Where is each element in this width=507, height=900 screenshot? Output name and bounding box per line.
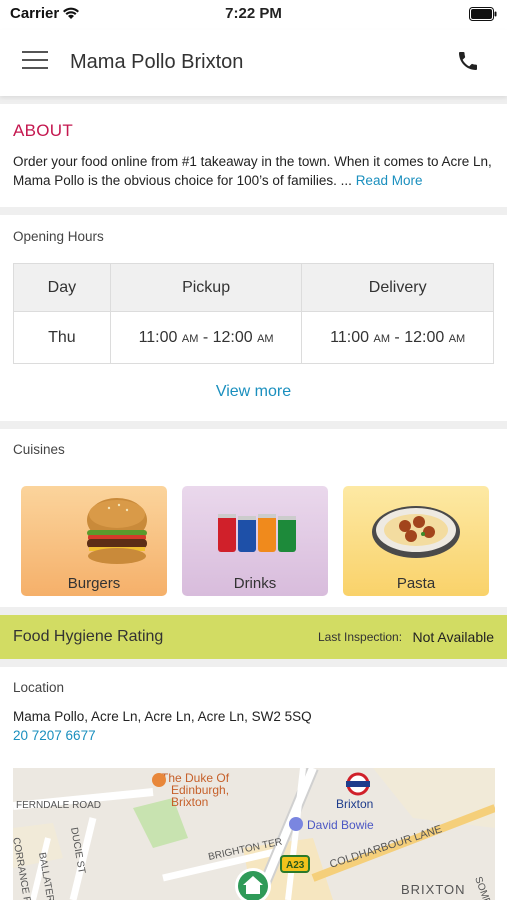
cuisine-card-pasta[interactable]: Pasta	[343, 486, 489, 596]
column-header-delivery: Delivery	[301, 263, 494, 312]
food-hygiene-title: Food Hygiene Rating	[13, 628, 164, 645]
cuisine-card-burgers[interactable]: Burgers	[21, 486, 167, 596]
delivery-cell: 11:00 AM - 12:00 AM	[301, 311, 494, 364]
burger-icon	[87, 498, 147, 564]
pasta-icon	[372, 506, 460, 558]
location-phone-link[interactable]: 20 7207 6677	[13, 728, 96, 743]
status-bar: Carrier 7:22 PM	[0, 0, 507, 30]
hamburger-menu-icon[interactable]	[22, 51, 48, 73]
cuisine-label-burgers: Burgers	[67, 575, 121, 592]
opening-hours-table: Day Pickup Delivery Thu 11:00 AM - 12:00…	[13, 263, 494, 364]
cuisine-label-drinks: Drinks	[233, 575, 277, 592]
map-label-pub-line3: Brixton	[171, 795, 208, 809]
day-cell: Thu	[13, 311, 111, 364]
drinks-icon	[218, 514, 296, 552]
last-inspection-label: Last Inspection:	[318, 630, 403, 644]
food-hygiene-bar: Food Hygiene Rating Last Inspection: Not…	[0, 615, 507, 659]
column-header-pickup: Pickup	[109, 263, 303, 312]
cuisine-label-pasta: Pasta	[396, 575, 436, 592]
address-text: Mama Pollo, Acre Ln, Acre Ln, Acre Ln, S…	[13, 709, 312, 724]
opening-hours-label: Opening Hours	[13, 229, 104, 244]
map-label-brixton-area: BRIXTON	[401, 882, 466, 897]
battery-icon	[469, 7, 497, 21]
cuisines-label: Cuisines	[13, 442, 65, 457]
last-inspection-value: Not Available	[412, 629, 494, 645]
about-section: ABOUT Order your food online from #1 tak…	[0, 104, 507, 207]
place-marker-icon	[289, 817, 303, 831]
app-header: Mama Pollo Brixton	[0, 30, 507, 96]
opening-hours-section: Opening Hours Day Pickup Delivery Thu 11…	[0, 215, 507, 421]
location-map[interactable]: The Duke Of Edinburgh, Brixton FERNDALE …	[13, 768, 495, 900]
page-title: Mama Pollo Brixton	[70, 51, 244, 73]
location-label: Location	[13, 680, 65, 695]
map-canvas: The Duke Of Edinburgh, Brixton FERNDALE …	[13, 768, 495, 900]
status-time: 7:22 PM	[225, 5, 282, 22]
view-more-link[interactable]: View more	[0, 383, 507, 401]
pub-marker-icon	[152, 773, 166, 787]
pickup-cell: 11:00 AM - 12:00 AM	[109, 311, 303, 364]
map-label-bowie: David Bowie	[307, 818, 374, 832]
cuisine-card-drinks[interactable]: Drinks	[182, 486, 328, 596]
about-text: Order your food online from #1 takeaway …	[13, 152, 498, 190]
about-title: ABOUT	[13, 121, 74, 140]
map-label-station: Brixton	[336, 797, 373, 811]
map-label-ferndale: FERNDALE ROAD	[16, 800, 101, 811]
location-section: Location Mama Pollo, Acre Ln, Acre Ln, A…	[0, 667, 507, 900]
cuisines-section: Cuisines Burgers Drinks Pasta	[0, 429, 507, 607]
column-header-day: Day	[13, 263, 111, 312]
read-more-link[interactable]: Read More	[356, 173, 423, 188]
phone-icon[interactable]	[456, 49, 480, 73]
map-label-a23: A23	[286, 860, 305, 871]
table-row: Thu 11:00 AM - 12:00 AM 11:00 AM - 12:00…	[13, 311, 494, 364]
